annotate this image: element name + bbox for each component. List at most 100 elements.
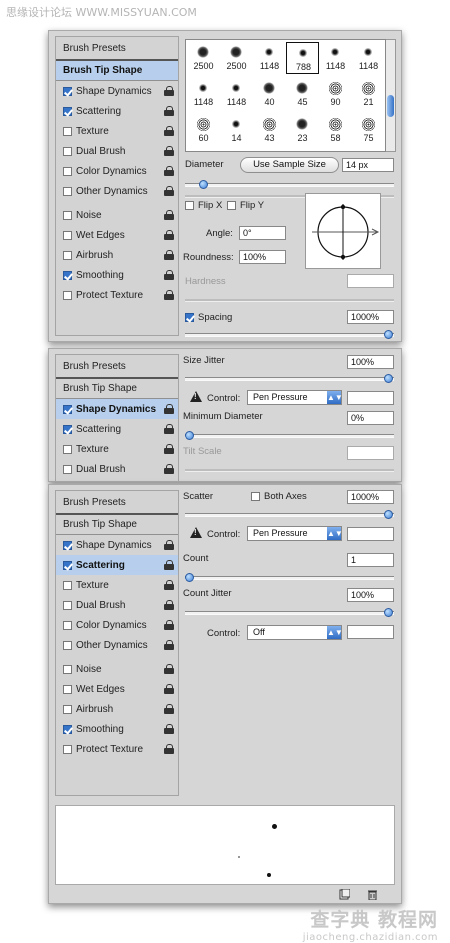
sidebar-item-protect-texture[interactable]: Protect Texture	[56, 285, 178, 305]
sidebar-item-wet-edges[interactable]: Wet Edges	[56, 679, 178, 699]
sidebar-item-brush-tip-shape[interactable]: Brush Tip Shape	[56, 61, 178, 81]
sidebar-item-shape-dynamics[interactable]: Shape Dynamics	[56, 399, 178, 419]
spacing-slider-thumb[interactable]	[384, 330, 393, 339]
brush-tip-cell[interactable]: 90	[319, 78, 352, 110]
brush-tip-grid[interactable]: 2500 2500 1148 788 1148 1148 1148 1148 40 45 90 21 6…	[185, 39, 386, 152]
lock-icon[interactable]	[164, 270, 174, 280]
checkbox-box[interactable]	[63, 704, 72, 714]
lock-icon[interactable]	[164, 744, 174, 754]
brush-tip-cell[interactable]	[286, 150, 319, 151]
brush-tip-cell[interactable]	[253, 150, 286, 151]
brush-tip-cell[interactable]	[319, 150, 352, 151]
sidebar-item-brush-tip-shape[interactable]: Brush Tip Shape	[56, 379, 178, 399]
checkbox-box[interactable]	[63, 560, 72, 570]
lock-icon[interactable]	[164, 146, 174, 156]
lock-icon[interactable]	[164, 404, 174, 414]
lock-icon[interactable]	[164, 166, 174, 176]
angle-roundness-widget[interactable]	[305, 193, 381, 269]
sidebar-item-smoothing[interactable]: Smoothing	[56, 265, 178, 285]
checkbox-box[interactable]	[63, 146, 72, 156]
brush-tip-cell[interactable]: 43	[253, 114, 286, 146]
checkbox-box[interactable]	[63, 664, 72, 674]
sidebar-item-smoothing[interactable]: Smoothing	[56, 719, 178, 739]
checkbox-box[interactable]	[63, 620, 72, 630]
scrollbar-thumb[interactable]	[387, 95, 394, 117]
sidebar-item-scattering[interactable]: Scattering	[56, 555, 178, 575]
sidebar-item-wet-edges[interactable]: Wet Edges	[56, 225, 178, 245]
brush-tip-cell[interactable]: 1148	[319, 42, 352, 74]
lock-icon[interactable]	[164, 560, 174, 570]
minimum-diameter-slider-thumb[interactable]	[185, 431, 194, 440]
checkbox-box[interactable]	[63, 210, 72, 220]
count-field[interactable]: 1	[347, 553, 394, 567]
brush-tip-cell[interactable]: 75	[352, 114, 385, 146]
sidebar-item-texture[interactable]: Texture	[56, 121, 178, 141]
control-extra-field[interactable]	[347, 527, 394, 541]
size-jitter-slider[interactable]	[185, 374, 394, 383]
sidebar-item-color-dynamics[interactable]: Color Dynamics	[56, 615, 178, 635]
lock-icon[interactable]	[164, 424, 174, 434]
brush-tip-cell[interactable]	[220, 150, 253, 151]
checkbox-box[interactable]	[63, 580, 72, 590]
checkbox-box[interactable]	[63, 724, 72, 734]
lock-icon[interactable]	[164, 664, 174, 674]
brush-tip-cell[interactable]: 45	[286, 78, 319, 110]
brush-tip-cell[interactable]: 2500	[187, 42, 220, 74]
lock-icon[interactable]	[164, 600, 174, 610]
brush-tip-cell[interactable]: 58	[319, 114, 352, 146]
brush-tip-cell[interactable]: 2500	[220, 42, 253, 74]
checkbox-box[interactable]	[63, 230, 72, 240]
sidebar-item-airbrush[interactable]: Airbrush	[56, 699, 178, 719]
lock-icon[interactable]	[164, 290, 174, 300]
size-jitter-slider-thumb[interactable]	[384, 374, 393, 383]
checkbox-box[interactable]	[63, 250, 72, 260]
spacing-field[interactable]: 1000%	[347, 310, 394, 324]
brush-tip-cell[interactable]: 60	[187, 114, 220, 146]
flip-x-checkbox[interactable]: Flip X	[185, 200, 222, 211]
brush-tip-scrollbar[interactable]	[386, 39, 396, 152]
count-slider-thumb[interactable]	[185, 573, 194, 582]
brush-tip-cell[interactable]: 21	[352, 78, 385, 110]
sidebar-item-shape-dynamics[interactable]: Shape Dynamics	[56, 535, 178, 555]
brush-tip-cell[interactable]: 1148	[352, 42, 385, 74]
sidebar-item-other-dynamics[interactable]: Other Dynamics	[56, 635, 178, 655]
sidebar-item-scattering[interactable]: Scattering	[56, 101, 178, 121]
new-brush-icon[interactable]	[339, 889, 350, 900]
size-jitter-control-dropdown[interactable]: Pen Pressure ▲▼	[247, 390, 343, 405]
lock-icon[interactable]	[164, 126, 174, 136]
lock-icon[interactable]	[164, 620, 174, 630]
lock-icon[interactable]	[164, 540, 174, 550]
diameter-field[interactable]: 14 px	[342, 158, 394, 172]
sidebar-item-noise[interactable]: Noise	[56, 205, 178, 225]
scatter-slider-thumb[interactable]	[384, 510, 393, 519]
roundness-field[interactable]: 100%	[239, 250, 286, 264]
checkbox-box[interactable]	[63, 640, 72, 650]
use-sample-size-button[interactable]: Use Sample Size	[240, 157, 339, 173]
sidebar-item-brush-presets[interactable]: Brush Presets	[56, 37, 178, 61]
checkbox-box[interactable]	[185, 201, 194, 210]
lock-icon[interactable]	[164, 684, 174, 694]
checkbox-box[interactable]	[63, 290, 72, 300]
lock-icon[interactable]	[164, 186, 174, 196]
brush-tip-cell[interactable]: 23	[286, 114, 319, 146]
brush-tip-cell[interactable]: 788	[286, 42, 319, 74]
spacing-checkbox[interactable]: Spacing	[185, 312, 232, 323]
lock-icon[interactable]	[164, 704, 174, 714]
control-extra-field[interactable]	[347, 391, 394, 405]
lock-icon[interactable]	[164, 464, 174, 474]
sidebar-item-texture[interactable]: Texture	[56, 575, 178, 595]
hardness-field[interactable]	[347, 274, 394, 288]
brush-tip-cell[interactable]: 40	[253, 78, 286, 110]
count-jitter-slider[interactable]	[185, 608, 394, 617]
lock-icon[interactable]	[164, 250, 174, 260]
checkbox-box[interactable]	[251, 492, 260, 501]
sidebar-item-dual-brush[interactable]: Dual Brush	[56, 459, 178, 479]
checkbox-box[interactable]	[63, 464, 72, 474]
sidebar-item-dual-brush[interactable]: Dual Brush	[56, 141, 178, 161]
minimum-diameter-slider[interactable]	[185, 431, 394, 440]
angle-field[interactable]: 0°	[239, 226, 286, 240]
size-jitter-field[interactable]: 100%	[347, 355, 394, 369]
sidebar-item-color-dynamics[interactable]: Color Dynamics	[56, 161, 178, 181]
checkbox-box[interactable]	[63, 600, 72, 610]
scatter-field[interactable]: 1000%	[347, 490, 394, 504]
